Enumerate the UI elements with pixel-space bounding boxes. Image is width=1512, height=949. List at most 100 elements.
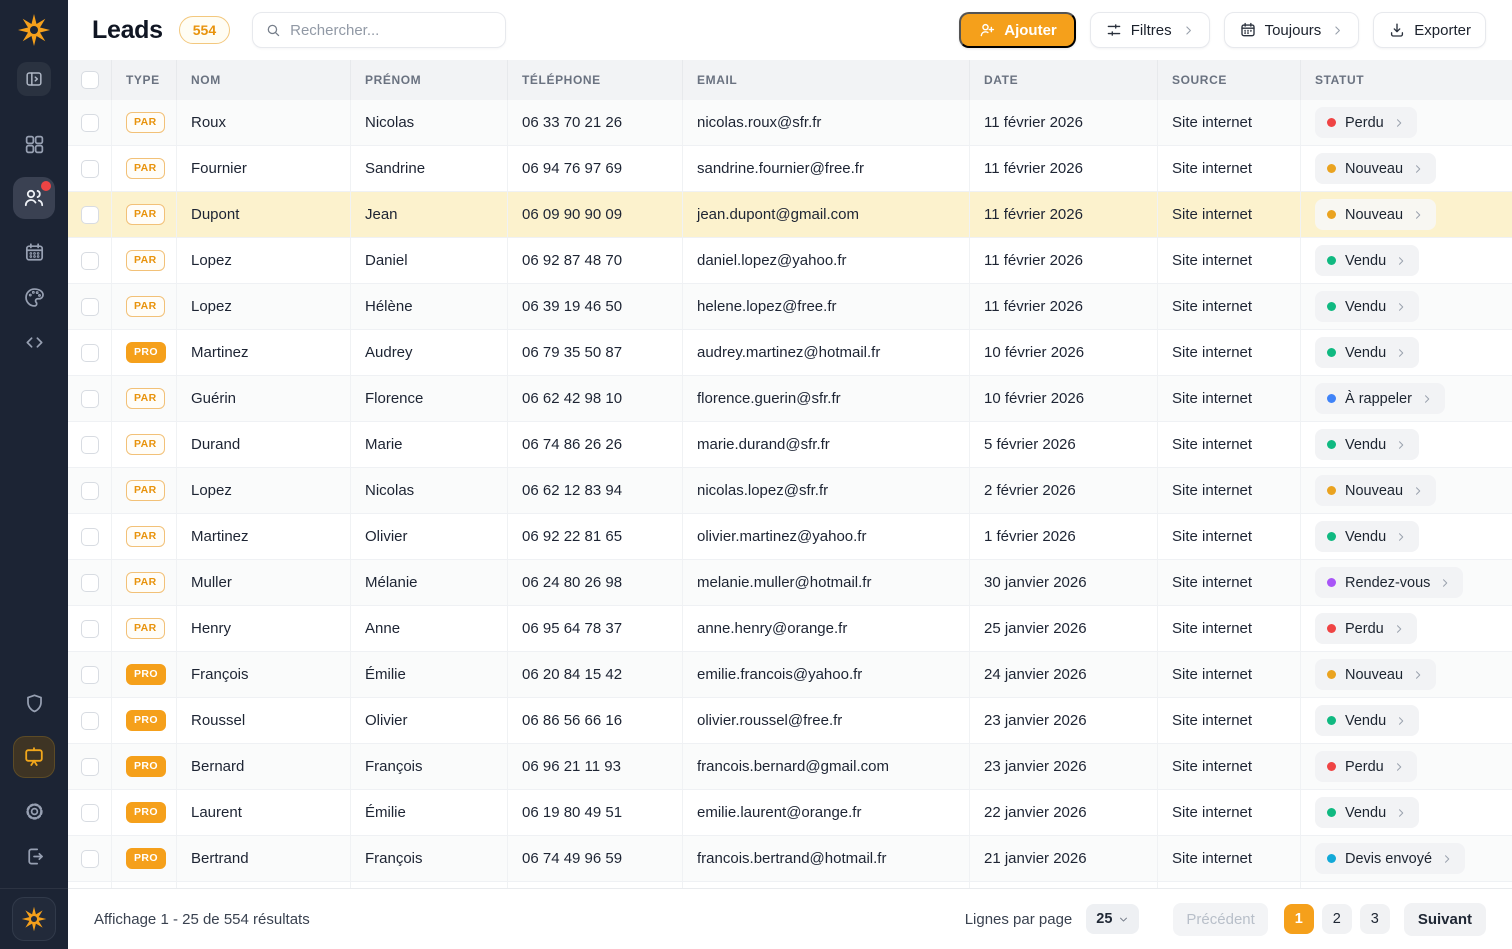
row-checkbox[interactable]: [81, 620, 99, 638]
row-checkbox[interactable]: [81, 574, 99, 592]
status-pill[interactable]: À rappeler: [1315, 383, 1445, 414]
select-all-checkbox[interactable]: [81, 71, 99, 89]
status-pill[interactable]: Devis envoyé: [1315, 843, 1465, 874]
filters-button[interactable]: Filtres: [1090, 12, 1210, 48]
cell-date: 25 janvier 2026: [970, 606, 1158, 651]
row-checkbox[interactable]: [81, 390, 99, 408]
topbar: Leads 554 Ajouter Filtres Toujours: [68, 0, 1512, 60]
row-checkbox[interactable]: [81, 666, 99, 684]
cell-statut: Rendez-vous: [1301, 560, 1512, 605]
table-row[interactable]: PAR Lopez Hélène 06 39 19 46 50 helene.l…: [68, 284, 1512, 330]
status-pill[interactable]: Vendu: [1315, 429, 1419, 460]
status-pill[interactable]: Perdu: [1315, 107, 1417, 138]
export-button[interactable]: Exporter: [1373, 12, 1486, 48]
page-button-2[interactable]: 2: [1322, 904, 1352, 934]
cell-nom: Lopez: [177, 284, 351, 329]
cell-statut: Devis envoyé: [1301, 836, 1512, 881]
sidebar-item-settings[interactable]: [22, 799, 46, 823]
cell-date: 11 février 2026: [970, 238, 1158, 283]
row-checkbox[interactable]: [81, 482, 99, 500]
type-badge: PAR: [126, 250, 165, 271]
table-row[interactable]: PAR Muller Mélanie 06 24 80 26 98 melani…: [68, 560, 1512, 606]
cell-type: PRO: [112, 652, 177, 697]
page-button-1[interactable]: 1: [1284, 904, 1314, 934]
chevron-right-icon: [1395, 255, 1407, 267]
table-row[interactable]: PRO Laurent Émilie 06 19 80 49 51 emilie…: [68, 790, 1512, 836]
sidebar-item-security[interactable]: [22, 691, 46, 715]
table-row[interactable]: PAR Roux Nicolas 06 33 70 21 26 nicolas.…: [68, 100, 1512, 146]
row-checkbox[interactable]: [81, 850, 99, 868]
status-pill[interactable]: Vendu: [1315, 337, 1419, 368]
table-row[interactable]: PAR Martinez Olivier 06 92 22 81 65 oliv…: [68, 514, 1512, 560]
status-pill[interactable]: Nouveau: [1315, 475, 1436, 506]
sidebar-item-logout[interactable]: [22, 844, 46, 868]
sidebar-item-calendar[interactable]: [22, 240, 46, 264]
table-row[interactable]: PRO Bernard François 06 96 21 11 93 fran…: [68, 744, 1512, 790]
status-pill[interactable]: Vendu: [1315, 291, 1419, 322]
sidebar-item-leads[interactable]: [13, 177, 55, 219]
table-row[interactable]: PAR Fournier Sandrine 06 94 76 97 69 san…: [68, 146, 1512, 192]
row-checkbox[interactable]: [81, 758, 99, 776]
table-row[interactable]: PRO Bertrand François 06 74 49 96 59 fra…: [68, 836, 1512, 882]
row-checkbox[interactable]: [81, 712, 99, 730]
cell-source: Site internet: [1158, 330, 1301, 375]
row-checkbox[interactable]: [81, 206, 99, 224]
cell-source: Site internet: [1158, 146, 1301, 191]
status-pill[interactable]: Perdu: [1315, 613, 1417, 644]
row-checkbox[interactable]: [81, 528, 99, 546]
page-button-3[interactable]: 3: [1360, 904, 1390, 934]
date-filter-button[interactable]: Toujours: [1224, 12, 1360, 48]
status-pill[interactable]: Vendu: [1315, 797, 1419, 828]
status-dot: [1327, 164, 1336, 173]
cell-telephone: 06 96 21 11 93: [508, 744, 683, 789]
status-pill[interactable]: Nouveau: [1315, 659, 1436, 690]
table-row[interactable]: PRO François Émilie 06 20 84 15 42 emili…: [68, 652, 1512, 698]
download-icon: [1388, 21, 1406, 39]
logout-icon: [23, 845, 46, 868]
table-row[interactable]: PAR Lopez Nicolas 06 62 12 83 94 nicolas…: [68, 468, 1512, 514]
cell-source: Site internet: [1158, 606, 1301, 651]
cell-telephone: 06 74 86 26 26: [508, 422, 683, 467]
table-row[interactable]: PAR Durand Marie 06 74 86 26 26 marie.du…: [68, 422, 1512, 468]
row-checkbox[interactable]: [81, 252, 99, 270]
table-row[interactable]: PRO Roussel Olivier 06 86 56 66 16 olivi…: [68, 698, 1512, 744]
table-row[interactable]: PAR Dupont Jean 06 09 90 90 09 jean.dupo…: [68, 192, 1512, 238]
search-input[interactable]: [290, 22, 505, 39]
add-button[interactable]: Ajouter: [959, 12, 1076, 48]
lead-count-badge: 554: [179, 16, 230, 44]
sidebar-item-marketing[interactable]: [13, 736, 55, 778]
status-dot: [1327, 716, 1336, 725]
sidebar-item-dashboard[interactable]: [22, 132, 46, 156]
cell-email: florence.guerin@sfr.fr: [683, 376, 970, 421]
status-pill[interactable]: Vendu: [1315, 705, 1419, 736]
row-checkbox[interactable]: [81, 298, 99, 316]
status-pill[interactable]: Nouveau: [1315, 199, 1436, 230]
status-pill[interactable]: Vendu: [1315, 521, 1419, 552]
row-checkbox[interactable]: [81, 160, 99, 178]
type-badge: PRO: [126, 848, 166, 869]
add-button-label: Ajouter: [1004, 22, 1057, 39]
previous-page-button[interactable]: Précédent: [1173, 903, 1267, 936]
table-row[interactable]: PAR Lopez Daniel 06 92 87 48 70 daniel.l…: [68, 238, 1512, 284]
next-page-button[interactable]: Suivant: [1404, 903, 1486, 936]
status-pill[interactable]: Rendez-vous: [1315, 567, 1463, 598]
sidebar-toggle-button[interactable]: [17, 62, 51, 96]
status-dot: [1327, 854, 1336, 863]
code-icon: [23, 331, 46, 354]
sidebar-item-design[interactable]: [22, 285, 46, 309]
status-pill[interactable]: Vendu: [1315, 245, 1419, 276]
cell-prenom: Jean: [351, 192, 508, 237]
sidebar-item-code[interactable]: [22, 330, 46, 354]
status-pill[interactable]: Nouveau: [1315, 153, 1436, 184]
status-pill[interactable]: Perdu: [1315, 751, 1417, 782]
table-row[interactable]: PRO Martinez Audrey 06 79 35 50 87 audre…: [68, 330, 1512, 376]
table-row[interactable]: PAR Guérin Florence 06 62 42 98 10 flore…: [68, 376, 1512, 422]
row-checkbox[interactable]: [81, 344, 99, 362]
cell-statut: Vendu: [1301, 514, 1512, 559]
status-dot: [1327, 394, 1336, 403]
table-row[interactable]: PAR Henry Anne 06 95 64 78 37 anne.henry…: [68, 606, 1512, 652]
rows-per-page-select[interactable]: 25: [1086, 904, 1139, 934]
row-checkbox[interactable]: [81, 114, 99, 132]
row-checkbox[interactable]: [81, 804, 99, 822]
row-checkbox[interactable]: [81, 436, 99, 454]
